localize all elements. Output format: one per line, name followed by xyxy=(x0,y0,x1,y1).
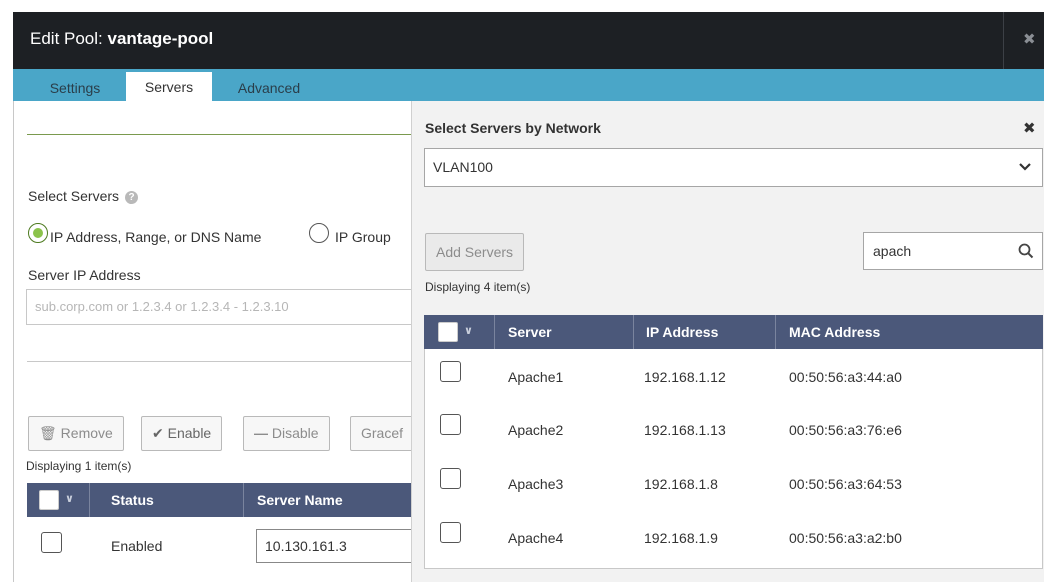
radio-ip-group[interactable] xyxy=(309,223,329,243)
row-server: Apache2 xyxy=(508,422,564,438)
disable-button[interactable]: — Disable xyxy=(243,416,330,451)
graceful-button-label: Gracef xyxy=(361,425,404,441)
help-icon[interactable]: ? xyxy=(125,191,139,204)
right-table-header: ∨ Server IP Address MAC Address xyxy=(424,315,1043,349)
dialog-title-pool-name: vantage-pool xyxy=(107,29,214,48)
tab-bar: Settings Servers Advanced xyxy=(13,69,1044,101)
radio-ip-address-label: IP Address, Range, or DNS Name xyxy=(50,229,262,245)
server-name-input[interactable]: 10.130.161.3 xyxy=(256,529,411,563)
row-checkbox[interactable] xyxy=(440,522,461,543)
radio-ip-address[interactable] xyxy=(28,223,48,243)
left-table-header: ∨ Status Server Name xyxy=(27,483,411,517)
remove-button[interactable]: 🗑 Remove xyxy=(28,416,124,451)
network-select-value: VLAN100 xyxy=(433,159,493,175)
select-all-checkbox[interactable] xyxy=(39,490,59,510)
row-mac: 00:50:56:a3:44:a0 xyxy=(789,369,902,385)
row-server: Apache1 xyxy=(508,369,564,385)
row-ip: 192.168.1.13 xyxy=(644,422,726,438)
servers-panel: Select Servers? IP Address, Range, or DN… xyxy=(13,101,411,582)
select-servers-text: Select Servers xyxy=(28,188,120,204)
row-mac: 00:50:56:a3:64:53 xyxy=(789,476,902,492)
column-ip-address[interactable]: IP Address xyxy=(646,315,718,349)
row-server: Apache4 xyxy=(508,530,564,546)
row-checkbox[interactable] xyxy=(41,532,62,553)
disable-button-label: Disable xyxy=(271,425,319,441)
row-ip: 192.168.1.12 xyxy=(644,369,726,385)
select-all-checkbox[interactable] xyxy=(438,322,458,342)
section-divider xyxy=(27,134,411,135)
chevron-down-icon[interactable]: ∨ xyxy=(464,324,473,337)
server-ip-label: Server IP Address xyxy=(28,267,141,283)
enable-button[interactable]: ✔ Enable xyxy=(141,416,223,451)
chevron-down-icon xyxy=(1018,149,1032,200)
column-separator xyxy=(89,483,90,517)
row-server: Apache3 xyxy=(508,476,564,492)
dialog-title: Edit Pool: vantage-pool xyxy=(30,29,213,49)
column-separator xyxy=(633,315,634,349)
divider xyxy=(27,361,411,362)
row-checkbox[interactable] xyxy=(440,361,461,382)
dialog-title-bar: Edit Pool: vantage-pool ✖ xyxy=(13,12,1044,69)
search-input[interactable]: apach xyxy=(863,232,1043,270)
chevron-down-icon[interactable]: ∨ xyxy=(65,492,74,505)
row-status: Enabled xyxy=(111,538,163,554)
close-dialog-icon[interactable]: ✖ xyxy=(1023,30,1036,48)
row-ip: 192.168.1.9 xyxy=(644,530,718,546)
column-separator xyxy=(775,315,776,349)
column-server-name[interactable]: Server Name xyxy=(257,483,343,517)
title-separator xyxy=(1003,12,1004,69)
add-servers-button[interactable]: Add Servers xyxy=(425,233,525,271)
tab-settings[interactable]: Settings xyxy=(28,75,122,101)
row-mac: 00:50:56:a3:76:e6 xyxy=(789,422,902,438)
remove-button-label: Remove xyxy=(60,425,113,441)
column-mac-address[interactable]: MAC Address xyxy=(789,315,880,349)
radio-ip-group-label: IP Group xyxy=(335,229,391,245)
minus-icon: — xyxy=(254,425,268,441)
row-mac: 00:50:56:a3:a2:b0 xyxy=(789,530,902,546)
trash-icon: 🗑 xyxy=(39,425,57,441)
column-status[interactable]: Status xyxy=(111,483,154,517)
select-servers-label: Select Servers? xyxy=(28,188,139,204)
search-input-value: apach xyxy=(873,243,912,259)
servers-table-body: Apache1 192.168.1.12 00:50:56:a3:44:a0 A… xyxy=(424,349,1043,569)
row-checkbox[interactable] xyxy=(440,414,461,435)
column-server[interactable]: Server xyxy=(508,315,552,349)
graceful-disable-button[interactable]: Gracef xyxy=(350,416,411,451)
row-ip: 192.168.1.8 xyxy=(644,476,718,492)
select-servers-by-network-panel: Select Servers by Network ✖ VLAN100 Add … xyxy=(411,101,1044,582)
tab-servers[interactable]: Servers xyxy=(126,72,212,101)
tab-advanced[interactable]: Advanced xyxy=(223,75,315,101)
row-checkbox[interactable] xyxy=(440,468,461,489)
column-separator xyxy=(243,483,244,517)
search-icon[interactable] xyxy=(1018,243,1034,259)
column-separator xyxy=(494,315,495,349)
close-panel-icon[interactable]: ✖ xyxy=(1023,119,1036,137)
check-icon: ✔ xyxy=(152,425,164,441)
network-select[interactable]: VLAN100 xyxy=(424,148,1043,187)
server-ip-input[interactable]: sub.corp.com or 1.2.3.4 or 1.2.3.4 - 1.2… xyxy=(26,289,411,325)
enable-button-label: Enable xyxy=(167,425,212,441)
right-item-count: Displaying 4 item(s) xyxy=(425,280,531,294)
panel-heading: Select Servers by Network xyxy=(425,120,601,136)
left-item-count: Displaying 1 item(s) xyxy=(26,459,132,473)
dialog-title-prefix: Edit Pool: xyxy=(30,29,108,48)
